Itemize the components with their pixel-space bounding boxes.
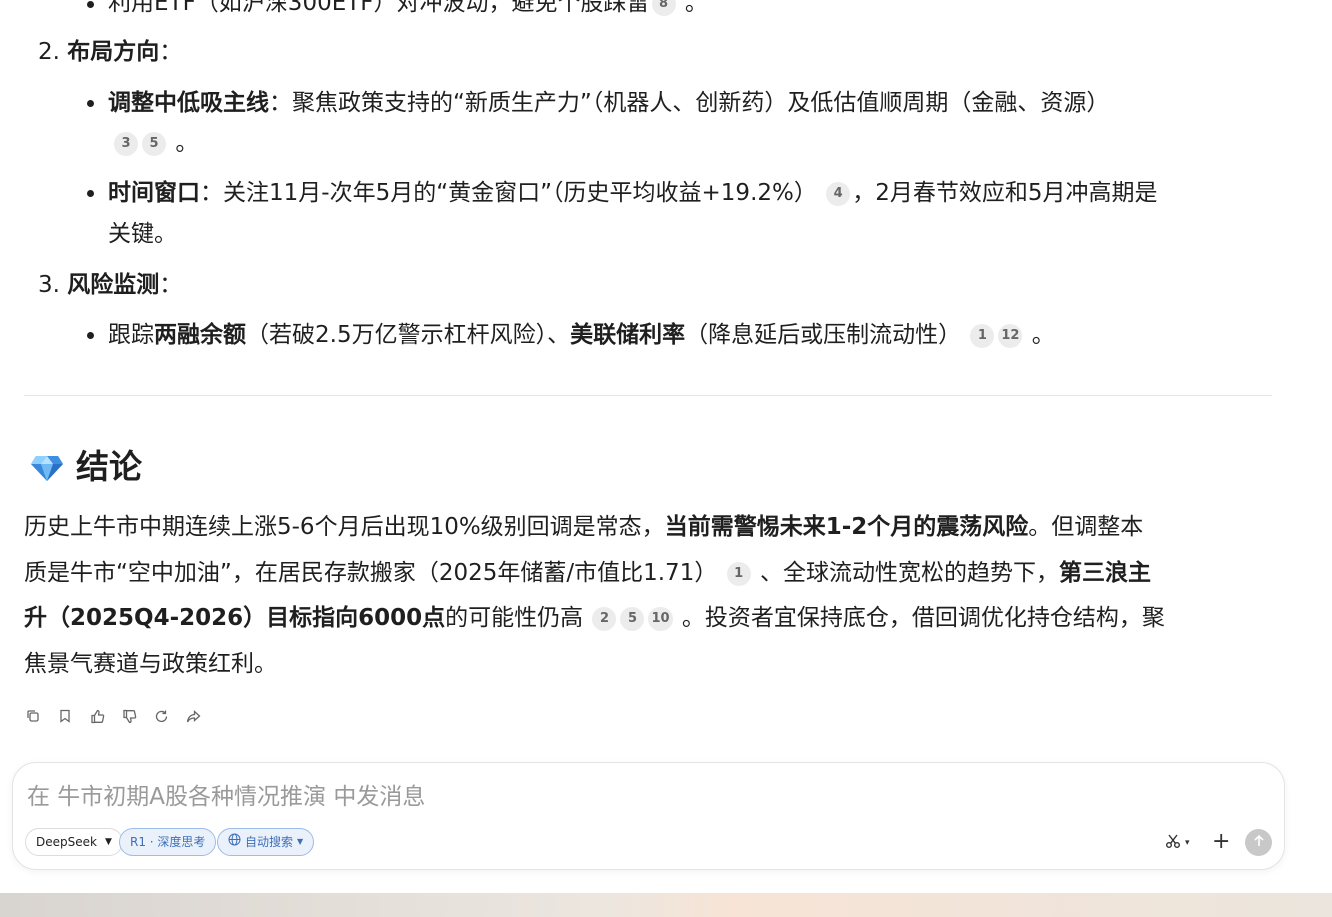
citation-badge[interactable]: 12	[998, 324, 1023, 348]
model-selector[interactable]: DeepSeek ▼	[25, 828, 123, 856]
thumbs-up-icon[interactable]	[88, 707, 106, 725]
message-composer: 在 牛市初期A股各种情况推演 中发消息 DeepSeek ▼ R1 · 深度思考…	[12, 762, 1285, 870]
regenerate-icon[interactable]	[152, 707, 170, 725]
list-item: 3. 风险监测：	[38, 272, 183, 298]
citation-badge[interactable]: 5	[620, 607, 645, 631]
globe-icon	[228, 828, 241, 856]
plus-icon[interactable]: +	[1212, 831, 1230, 853]
gem-icon	[30, 447, 64, 495]
list-item: 时间窗口：关注11月-次年5月的“黄金窗口”（历史平均收益+19.2%） 4 ，2…	[108, 180, 1158, 206]
divider	[24, 395, 1272, 396]
deep-think-toggle[interactable]: R1 · 深度思考	[119, 828, 217, 856]
scissors-icon	[1165, 833, 1181, 853]
message-actions	[24, 707, 202, 725]
conclusion-paragraph: 历史上牛市中期连续上涨5-6个月后出现10%级别回调是常态，当前需警惕未来1-2…	[24, 514, 1165, 677]
citation-badge[interactable]: 4	[826, 182, 851, 206]
thumbs-down-icon[interactable]	[120, 707, 138, 725]
send-icon	[1252, 833, 1266, 852]
share-icon[interactable]	[184, 707, 202, 725]
citation-badge[interactable]: 10	[648, 607, 673, 631]
copy-icon[interactable]	[24, 707, 42, 725]
citation-badge[interactable]: 1	[726, 561, 751, 586]
citation-badge[interactable]: 2	[592, 607, 617, 631]
chevron-down-icon: ▼	[297, 837, 304, 846]
citation-badge[interactable]: 3	[114, 132, 138, 156]
list-item: 35 。	[112, 123, 198, 163]
chevron-down-icon: ▼	[104, 837, 112, 847]
citation-badge[interactable]: 8	[651, 0, 676, 16]
list-item: 调整中低吸主线：聚焦政策支持的“新质生产力”（机器人、创新药）及低估值顺周期（金…	[108, 90, 1110, 116]
taskbar-strip	[0, 893, 1332, 917]
auto-search-toggle[interactable]: 自动搜索 ▼	[217, 828, 315, 856]
citation-badge[interactable]: 1	[970, 324, 995, 348]
list-item: 跟踪两融余额（若破2.5万亿警示杠杆风险）、美联储利率（降息延后或压制流动性） …	[108, 322, 1055, 348]
citation-badge[interactable]: 5	[142, 132, 166, 156]
send-button[interactable]	[1245, 829, 1272, 856]
list-item: 2. 布局方向：	[38, 39, 183, 65]
section-heading: 结论	[30, 443, 142, 495]
bookmark-icon[interactable]	[56, 707, 74, 725]
list-item: 利用ETF（如沪深300ETF）对冲波动，避免个股踩雷 8 。	[108, 0, 708, 23]
chevron-down-icon: ▾	[1185, 838, 1190, 848]
list-item: 关键。	[108, 221, 177, 247]
tools-button[interactable]: ▾	[1165, 833, 1190, 853]
message-input[interactable]: 在 牛市初期A股各种情况推演 中发消息	[27, 777, 425, 811]
